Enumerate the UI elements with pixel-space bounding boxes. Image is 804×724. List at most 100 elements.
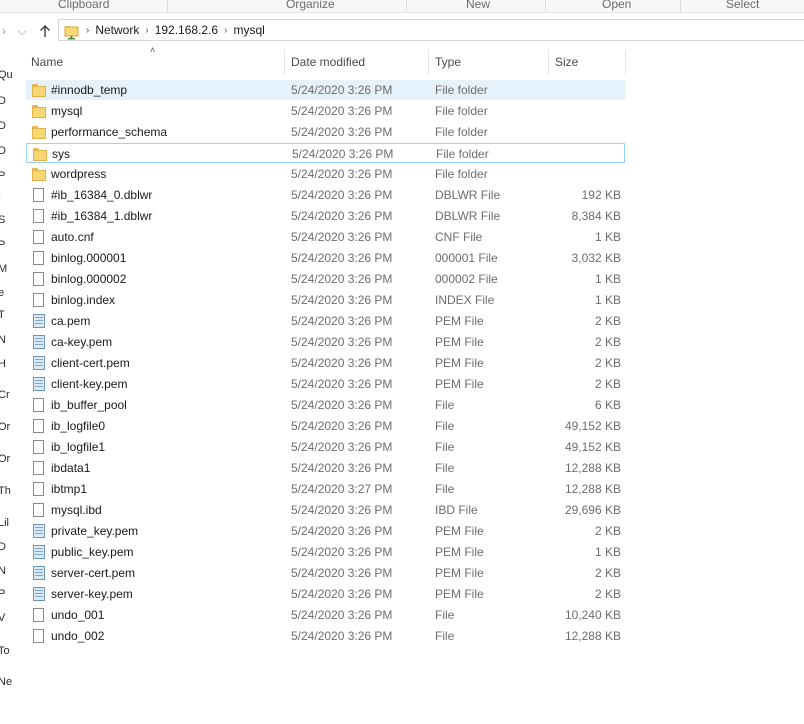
- nav-pane-item[interactable]: Cr: [0, 389, 10, 401]
- file-row[interactable]: private_key.pem 5/24/2020 3:26 PM PEM File…: [26, 521, 625, 541]
- file-type: PEM File: [435, 356, 484, 370]
- file-name: ca-key.pem: [51, 335, 113, 349]
- nav-pane-item[interactable]: D: [0, 95, 6, 107]
- file-name: ibtmp1: [51, 482, 88, 496]
- file-row[interactable]: ibtmp1 5/24/2020 3:27 PM File 12,288 KB: [26, 479, 625, 499]
- file-row[interactable]: binlog.000002 5/24/2020 3:26 PM 000002 Fil…: [26, 269, 625, 289]
- column-divider[interactable]: [625, 50, 626, 74]
- file-type: 000002 File: [435, 272, 498, 286]
- file-row[interactable]: server-key.pem 5/24/2020 3:26 PM PEM File 2…: [26, 584, 625, 604]
- nav-pane-item[interactable]: Lil: [0, 517, 9, 529]
- breadcrumb-network[interactable]: Network: [95, 23, 139, 37]
- file-date-modified: 5/24/2020 3:26 PM: [291, 272, 393, 286]
- file-row[interactable]: server-cert.pem 5/24/2020 3:26 PM PEM File…: [26, 563, 625, 583]
- file-row[interactable]: undo_002 5/24/2020 3:26 PM File 12,288 KB: [26, 626, 625, 646]
- file-row[interactable]: client-cert.pem 5/24/2020 3:26 PM PEM File…: [26, 353, 625, 373]
- file-row[interactable]: ib_logfile1 5/24/2020 3:26 PM File 49,152 K…: [26, 437, 625, 457]
- file-name: server-cert.pem: [51, 566, 136, 580]
- breadcrumb-current-folder[interactable]: mysql: [233, 23, 264, 37]
- column-header-type[interactable]: Type: [429, 50, 553, 74]
- nav-pane-item[interactable]: D: [0, 541, 6, 553]
- nav-pane-item[interactable]: I: [0, 192, 1, 204]
- breadcrumb-chevron-icon[interactable]: ›: [224, 25, 227, 36]
- navigation-pane: Qu D D D P I S P M e T N H Cr Or Or Th L…: [0, 44, 12, 724]
- breadcrumb-chevron-icon[interactable]: ›: [145, 25, 148, 36]
- up-arrow-icon[interactable]: [37, 22, 53, 40]
- nav-pane-item[interactable]: M: [0, 263, 7, 275]
- network-folder-icon: [64, 24, 80, 39]
- file-type: File: [435, 629, 455, 643]
- file-row[interactable]: client-key.pem 5/24/2020 3:26 PM PEM File 2…: [26, 374, 625, 394]
- nav-pane-item[interactable]: V: [0, 612, 5, 624]
- file-row[interactable]: binlog.index 5/24/2020 3:26 PM INDEX File 1…: [26, 290, 625, 310]
- column-header-name-label: Name: [31, 55, 64, 69]
- file-row[interactable]: wordpress 5/24/2020 3:26 PM File folder: [26, 164, 625, 184]
- nav-pane-item[interactable]: P: [0, 588, 5, 600]
- file-row[interactable]: #innodb_temp 5/24/2020 3:26 PM File folder: [26, 80, 625, 100]
- nav-pane-item[interactable]: Ne: [0, 676, 12, 688]
- file-name: mysql.ibd: [51, 503, 102, 517]
- nav-pane-item[interactable]: Th: [0, 485, 11, 497]
- nav-pane-item[interactable]: D: [0, 120, 6, 132]
- nav-pane-item[interactable]: Or: [0, 453, 10, 465]
- file-row[interactable]: auto.cnf 5/24/2020 3:26 PM CNF File 1 KB: [26, 227, 625, 247]
- file-name: #ib_16384_1.dblwr: [51, 209, 153, 223]
- nav-pane-item[interactable]: To: [0, 645, 10, 657]
- file-row[interactable]: mysql 5/24/2020 3:26 PM File folder: [26, 101, 625, 121]
- nav-pane-item[interactable]: N: [0, 334, 6, 346]
- nav-pane-item[interactable]: Or: [0, 421, 10, 433]
- file-row[interactable]: #ib_16384_1.dblwr 5/24/2020 3:26 PM DBLWR …: [26, 206, 625, 226]
- file-row[interactable]: ib_buffer_pool 5/24/2020 3:26 PM File 6 KB: [26, 395, 625, 415]
- ribbon-group-select: Select: [726, 0, 760, 11]
- file-type: DBLWR File: [435, 188, 501, 202]
- file-date-modified: 5/24/2020 3:26 PM: [291, 398, 393, 412]
- file-date-modified: 5/24/2020 3:26 PM: [291, 629, 393, 643]
- file-row[interactable]: #ib_16384_0.dblwr 5/24/2020 3:26 PM DBLWR …: [26, 185, 625, 205]
- column-header-name[interactable]: Name: [26, 50, 289, 74]
- file-name: performance_schema: [51, 125, 168, 139]
- nav-pane-item[interactable]: D: [0, 145, 6, 157]
- file-size: 1 KB: [594, 230, 621, 244]
- file-row[interactable]: public_key.pem 5/24/2020 3:26 PM PEM File 1…: [26, 542, 625, 562]
- nav-pane-item[interactable]: Qu: [0, 69, 12, 81]
- file-row[interactable]: binlog.000001 5/24/2020 3:26 PM 000001 Fil…: [26, 248, 625, 268]
- file-row[interactable]: ca-key.pem 5/24/2020 3:26 PM PEM File 2 KB: [26, 332, 625, 352]
- file-size: 29,696 KB: [564, 503, 621, 517]
- file-icon: [32, 188, 46, 203]
- file-name: auto.cnf: [51, 230, 94, 244]
- file-row[interactable]: ca.pem 5/24/2020 3:26 PM PEM File 2 KB: [26, 311, 625, 331]
- nav-pane-item[interactable]: P: [0, 170, 5, 182]
- column-header-date[interactable]: Date modified: [285, 50, 433, 74]
- ribbon-group-labels: Clipboard Organize New Open Select: [0, 0, 804, 13]
- column-header-size[interactable]: Size: [549, 50, 625, 74]
- folder-icon: [33, 147, 47, 162]
- file-row[interactable]: mysql.ibd 5/24/2020 3:26 PM IBD File 29,696…: [26, 500, 625, 520]
- file-name: server-key.pem: [51, 587, 133, 601]
- file-row[interactable]: undo_001 5/24/2020 3:26 PM File 10,240 KB: [26, 605, 625, 625]
- certificate-icon: [32, 335, 46, 350]
- nav-pane-item[interactable]: P: [0, 239, 5, 251]
- file-date-modified: 5/24/2020 3:26 PM: [291, 503, 393, 517]
- nav-pane-item[interactable]: N: [0, 565, 6, 577]
- file-row[interactable]: sys 5/24/2020 3:26 PM File folder: [26, 143, 625, 163]
- forward-icon[interactable]: ›: [0, 22, 12, 40]
- ribbon-group-open: Open: [602, 0, 632, 11]
- certificate-icon: [32, 566, 46, 581]
- file-size: 10,240 KB: [564, 608, 621, 622]
- file-size: 3,032 KB: [571, 251, 621, 265]
- nav-pane-item[interactable]: T: [0, 309, 5, 321]
- file-row[interactable]: ib_logfile0 5/24/2020 3:26 PM File 49,152 K…: [26, 416, 625, 436]
- file-name: private_key.pem: [51, 524, 139, 538]
- file-row[interactable]: performance_schema 5/24/2020 3:26 PM File …: [26, 122, 625, 142]
- address-bar[interactable]: › Network › 192.168.2.6 › mysql: [58, 19, 804, 41]
- nav-pane-item[interactable]: e: [0, 287, 4, 299]
- file-row[interactable]: ibdata1 5/24/2020 3:26 PM File 12,288 KB: [26, 458, 625, 478]
- file-type: File folder: [435, 104, 488, 118]
- nav-pane-item[interactable]: S: [0, 214, 5, 226]
- file-date-modified: 5/24/2020 3:26 PM: [291, 377, 393, 391]
- nav-pane-item[interactable]: H: [0, 358, 6, 370]
- breadcrumb-host[interactable]: 192.168.2.6: [155, 23, 218, 37]
- file-type: File folder: [435, 83, 488, 97]
- recent-locations-chevron-icon[interactable]: ⌵: [14, 22, 30, 40]
- breadcrumb-chevron-icon[interactable]: ›: [86, 25, 89, 36]
